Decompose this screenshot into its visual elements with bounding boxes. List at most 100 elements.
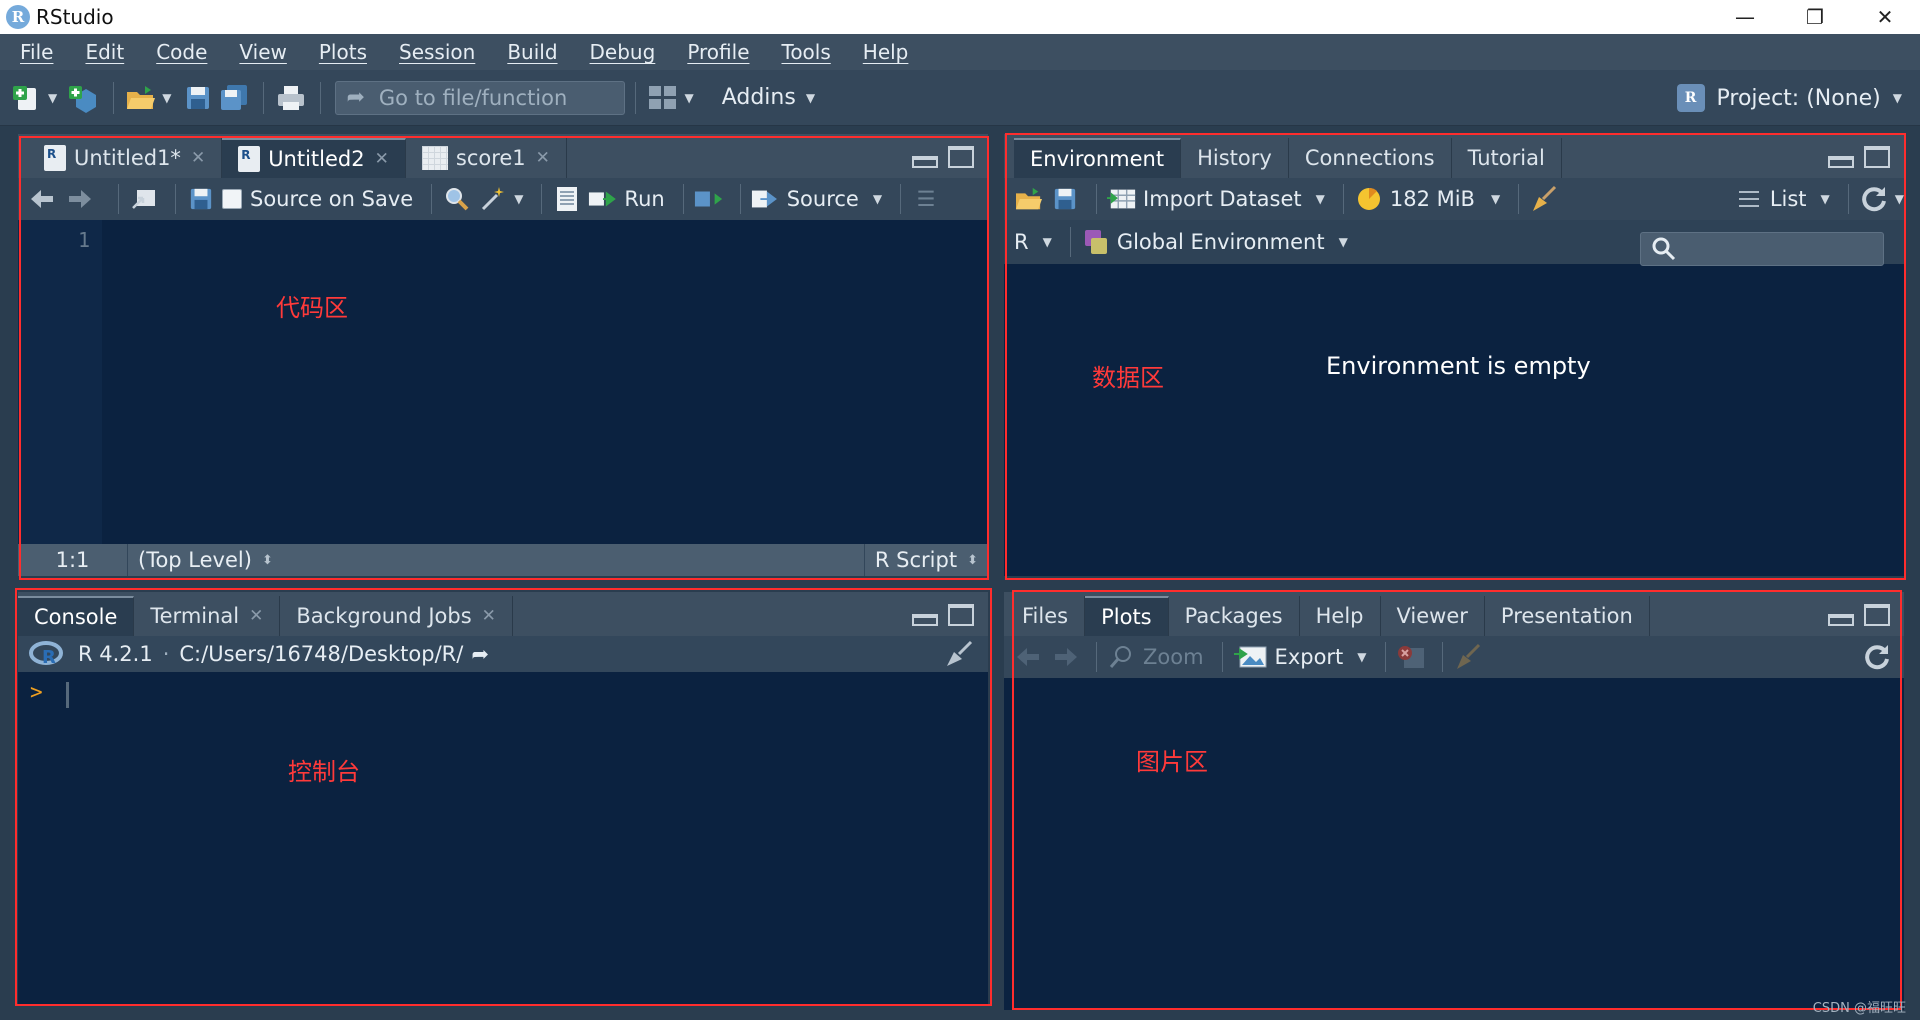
menu-debug[interactable]: Debug xyxy=(574,40,672,64)
close-tab-icon[interactable]: ✕ xyxy=(536,148,550,168)
annotation-label-console: 控制台 xyxy=(288,758,360,786)
memory-usage-button[interactable]: 182 MiB ▼ xyxy=(1354,184,1500,214)
minimize-pane-button[interactable] xyxy=(1828,156,1854,168)
new-file-icon[interactable] xyxy=(10,81,44,115)
code-editor[interactable] xyxy=(102,220,988,544)
tab-files[interactable]: Files xyxy=(1006,596,1086,636)
menu-view[interactable]: View xyxy=(223,40,302,64)
refresh-caret-icon[interactable]: ▼ xyxy=(1895,192,1904,206)
tab-plots[interactable]: Plots xyxy=(1085,596,1169,636)
tab-environment[interactable]: Environment xyxy=(1014,138,1182,178)
tab-viewer[interactable]: Viewer xyxy=(1380,596,1485,636)
remove-plot-icon[interactable] xyxy=(1396,642,1426,672)
menu-profile[interactable]: Profile xyxy=(671,40,765,64)
import-dataset-label: Import Dataset xyxy=(1143,187,1302,211)
tab-history[interactable]: History xyxy=(1181,138,1289,178)
zoom-button[interactable]: Zoom xyxy=(1107,642,1204,672)
open-file-caret-icon[interactable]: ▼ xyxy=(162,91,171,105)
close-window-button[interactable]: ✕ xyxy=(1850,0,1920,34)
tab-untitled1[interactable]: Untitled1* ✕ xyxy=(28,138,223,178)
source-on-save-toggle[interactable]: Source on Save xyxy=(222,187,413,211)
tab-label: Terminal xyxy=(150,604,240,628)
tab-background-jobs[interactable]: Background Jobs ✕ xyxy=(280,596,513,636)
maximize-pane-button[interactable] xyxy=(948,604,974,626)
new-file-caret-icon[interactable]: ▼ xyxy=(48,91,57,105)
maximize-pane-button[interactable] xyxy=(1864,604,1890,626)
menu-plots[interactable]: Plots xyxy=(303,40,383,64)
pane-layout-caret-icon[interactable]: ▼ xyxy=(684,91,693,105)
run-button[interactable]: Run xyxy=(588,184,665,214)
save-workspace-icon[interactable] xyxy=(1050,184,1080,214)
refresh-icon[interactable] xyxy=(1859,184,1889,214)
tab-console[interactable]: Console xyxy=(18,596,135,636)
show-in-window-icon[interactable] xyxy=(129,184,159,214)
goto-file-function-input[interactable]: ➦ Go to file/function xyxy=(335,80,626,115)
clear-plots-broom-icon[interactable] xyxy=(1453,642,1483,672)
minimize-pane-button[interactable] xyxy=(912,614,938,626)
next-plot-icon[interactable] xyxy=(1050,642,1080,672)
menu-file[interactable]: File xyxy=(4,40,69,64)
save-file-icon[interactable] xyxy=(186,184,216,214)
clear-console-broom-icon[interactable] xyxy=(944,640,974,668)
save-all-icon[interactable] xyxy=(217,81,251,115)
addins-button[interactable]: Addins xyxy=(722,85,796,110)
source-on-save-checkbox[interactable] xyxy=(222,189,242,209)
tab-terminal[interactable]: Terminal ✕ xyxy=(134,596,281,636)
tab-help[interactable]: Help xyxy=(1299,596,1381,636)
close-tab-icon[interactable]: ✕ xyxy=(482,606,496,626)
refresh-plot-icon[interactable] xyxy=(1862,642,1892,672)
goto-directory-icon[interactable]: ➦ xyxy=(471,642,489,666)
close-tab-icon[interactable]: ✕ xyxy=(191,148,205,168)
tab-untitled2[interactable]: Untitled2 ✕ xyxy=(222,138,406,178)
menu-tools[interactable]: Tools xyxy=(766,40,847,64)
source-button[interactable]: Source ▼ xyxy=(751,184,882,214)
scope-selector[interactable]: (Top Level) ⬍ xyxy=(128,544,865,576)
new-project-icon[interactable] xyxy=(67,81,101,115)
environment-scope-selector[interactable]: Global Environment ▼ xyxy=(1081,227,1348,257)
outline-icon[interactable]: ☰ xyxy=(911,184,941,214)
tab-score1[interactable]: score1 ✕ xyxy=(405,138,567,178)
close-tab-icon[interactable]: ✕ xyxy=(249,606,263,626)
console-input-area[interactable] xyxy=(18,672,988,1004)
restore-button[interactable]: ❐ xyxy=(1780,0,1850,34)
project-menu[interactable]: R Project: (None) ▼ xyxy=(1676,70,1902,126)
tab-tutorial[interactable]: Tutorial xyxy=(1451,138,1562,178)
print-icon[interactable] xyxy=(274,81,308,115)
menu-edit[interactable]: Edit xyxy=(69,40,140,64)
back-arrow-icon[interactable] xyxy=(28,184,58,214)
code-tools-wand-icon[interactable] xyxy=(478,184,508,214)
minimize-button[interactable]: — xyxy=(1710,0,1780,34)
forward-arrow-icon[interactable] xyxy=(64,184,94,214)
export-button[interactable]: Export ▼ xyxy=(1233,642,1367,672)
load-workspace-icon[interactable] xyxy=(1014,184,1044,214)
menu-code[interactable]: Code xyxy=(140,40,223,64)
menu-build[interactable]: Build xyxy=(491,40,573,64)
import-dataset-button[interactable]: Import Dataset ▼ xyxy=(1107,184,1325,214)
save-icon[interactable] xyxy=(181,81,215,115)
environment-search-input[interactable] xyxy=(1640,232,1884,266)
files-plots-pane: Files Plots Packages Help Viewer Present… xyxy=(1004,592,1904,1010)
pane-layout-icon[interactable] xyxy=(646,81,680,115)
maximize-pane-button[interactable] xyxy=(1864,146,1890,168)
minimize-pane-button[interactable] xyxy=(1828,614,1854,626)
language-selector[interactable]: R ▼ xyxy=(1014,230,1052,254)
search-replace-icon[interactable] xyxy=(442,184,472,214)
previous-plot-icon[interactable] xyxy=(1014,642,1044,672)
view-mode-selector[interactable]: List ▼ xyxy=(1734,184,1830,214)
compile-report-icon[interactable] xyxy=(552,184,582,214)
rerun-icon[interactable] xyxy=(694,184,724,214)
tab-connections[interactable]: Connections xyxy=(1288,138,1452,178)
addins-caret-icon[interactable]: ▼ xyxy=(806,91,815,105)
source-caret-icon[interactable]: ▼ xyxy=(873,192,882,206)
maximize-pane-button[interactable] xyxy=(948,146,974,168)
menu-session[interactable]: Session xyxy=(383,40,491,64)
menu-help[interactable]: Help xyxy=(847,40,925,64)
minimize-pane-button[interactable] xyxy=(912,156,938,168)
tab-presentation[interactable]: Presentation xyxy=(1484,596,1650,636)
file-type-selector[interactable]: R Script ⬍ xyxy=(865,544,988,576)
code-tools-caret-icon[interactable]: ▼ xyxy=(514,192,523,206)
open-file-icon[interactable] xyxy=(124,81,158,115)
clear-workspace-broom-icon[interactable] xyxy=(1529,184,1559,214)
tab-packages[interactable]: Packages xyxy=(1168,596,1300,636)
close-tab-icon[interactable]: ✕ xyxy=(375,149,389,169)
